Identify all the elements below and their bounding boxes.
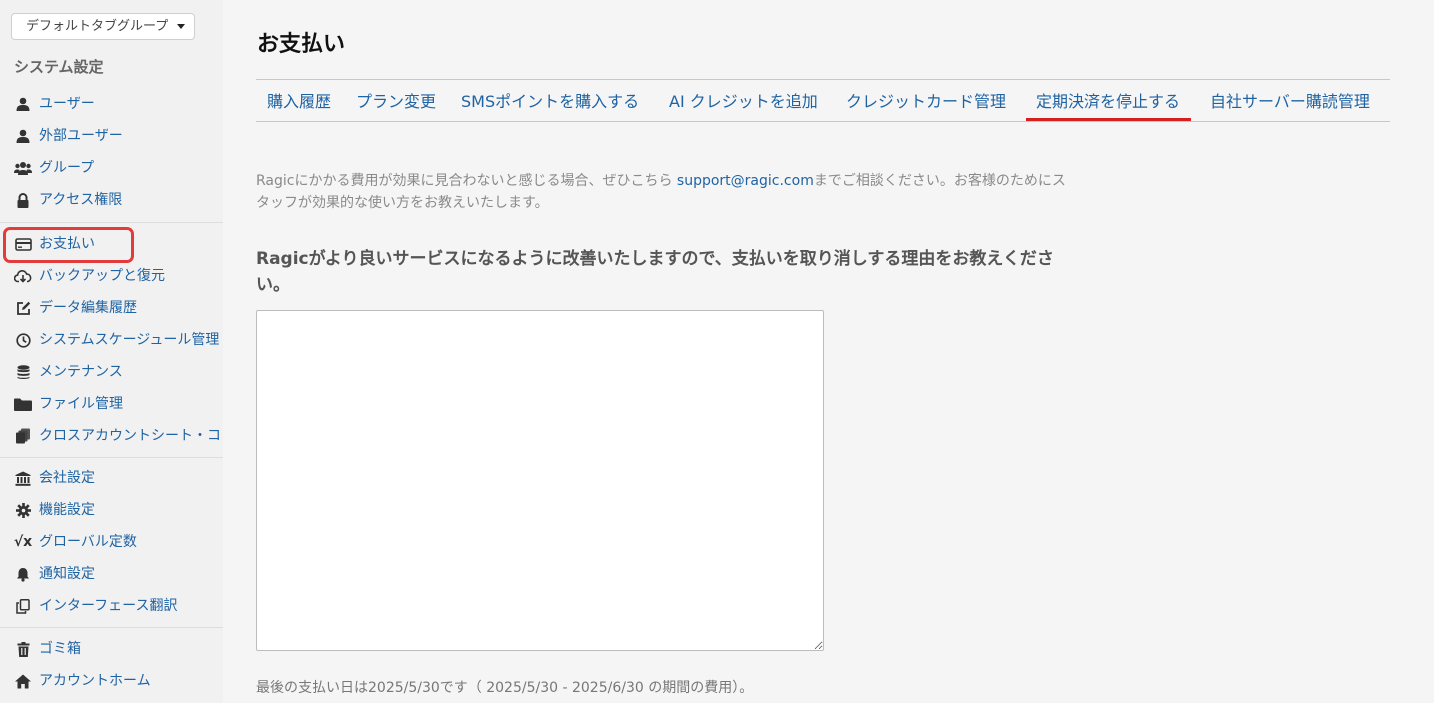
tab-credit-card-management[interactable]: クレジットカード管理 [846,80,1006,121]
sidebar-item-feature-settings[interactable]: 機能設定 [14,499,95,521]
bank-icon [14,470,32,486]
payment-tabs: 購入履歴 プラン変更 SMSポイントを購入する AI クレジットを追加 クレジッ… [256,79,1390,122]
sidebar-item-users[interactable]: ユーザー [14,93,95,115]
sidebar-item-cross-account-sheet[interactable]: クロスアカウントシート・コ [14,425,221,447]
tab-buy-sms-points[interactable]: SMSポイントを購入する [461,80,639,121]
bell-icon [14,566,32,582]
users-icon [14,160,32,176]
sidebar-item-label: データ編集履歴 [39,300,137,316]
copy-icon [14,598,32,614]
sidebar-item-label: グローバル定数 [39,534,137,550]
sidebar-item-access-rights[interactable]: アクセス権限 [14,189,122,211]
last-payment-note: 最後の支払い日は2025/5/30です（ 2025/5/30 - 2025/6/… [256,680,754,696]
stack-icon [14,428,32,444]
sqrt-icon: √x [13,534,33,550]
sidebar-item-global-constants[interactable]: √x グローバル定数 [14,531,137,553]
cancel-reason-title: Ragicがより良いサービスになるように改善いたしますので、支払いを取り消しする… [256,249,1054,295]
tab-group-label: デフォルトタブグループ [26,19,169,34]
edit-icon [14,300,32,316]
sidebar-item-payment[interactable]: お支払い [14,233,95,255]
clock-icon [14,332,32,348]
sidebar-divider [0,627,223,628]
sidebar-divider [0,457,223,458]
sidebar-item-label: ゴミ箱 [39,641,81,657]
sidebar-item-file-management[interactable]: ファイル管理 [14,393,123,415]
sidebar-item-label: グループ [39,160,95,176]
tab-add-ai-credits[interactable]: AI クレジットを追加 [669,80,818,121]
user-icon [14,128,32,144]
caret-down-icon [177,24,185,29]
intro-text: Ragicにかかる費用が効果に見合わないと感じる場合、ぜひこちら support… [256,170,1076,214]
home-icon [14,673,32,689]
sidebar-item-company-settings[interactable]: 会社設定 [14,467,95,489]
tab-stop-recurring-payment[interactable]: 定期決済を停止する [1025,80,1192,121]
sidebar-item-label: アクセス権限 [39,192,123,208]
support-email-link[interactable]: support@ragic.com [677,173,814,189]
credit-card-icon [14,236,32,252]
sidebar-item-label: ファイル管理 [39,396,123,412]
sidebar-item-label: 機能設定 [39,502,95,518]
sidebar-item-label: メンテナンス [39,364,123,380]
sidebar-item-label: インターフェース翻訳 [39,598,178,614]
sidebar-item-label: ユーザー [39,96,95,112]
sidebar-item-interface-translation[interactable]: インターフェース翻訳 [14,595,177,617]
cloud-download-icon [14,268,32,284]
intro-text-before: Ragicにかかる費用が効果に見合わないと感じる場合、ぜひこちら [256,173,677,189]
trash-icon [14,641,32,657]
sidebar-item-label: システムスケージュール管理 [39,332,220,348]
database-icon [14,364,32,380]
tab-purchase-history[interactable]: 購入履歴 [267,80,331,121]
sidebar-item-account-home[interactable]: アカウントホーム [14,670,151,692]
sidebar-item-label: 会社設定 [39,470,95,486]
gear-icon [14,502,32,518]
sidebar-item-label: バックアップと復元 [39,268,165,284]
sidebar-item-maintenance[interactable]: メンテナンス [14,361,123,383]
sidebar-item-label: 通知設定 [39,566,95,582]
tab-plan-change[interactable]: プラン変更 [356,80,436,121]
cancel-reason-textarea[interactable] [256,310,824,651]
sidebar-item-trash[interactable]: ゴミ箱 [14,638,81,660]
sidebar-item-label: お支払い [39,236,95,252]
system-settings-title: システム設定 [14,58,104,76]
sidebar: デフォルトタブグループ システム設定 ユーザー 外部ユーザー グループ アクセス… [0,0,223,703]
lock-icon [14,192,32,208]
main-content: お支払い 購入履歴 プラン変更 SMSポイントを購入する AI クレジットを追加… [223,0,1434,703]
sidebar-item-groups[interactable]: グループ [14,157,94,179]
sidebar-item-system-schedule[interactable]: システムスケージュール管理 [14,329,219,351]
folder-icon [14,396,32,412]
sidebar-item-label: 外部ユーザー [39,128,123,144]
sidebar-divider [0,222,223,223]
sidebar-item-data-edit-history[interactable]: データ編集履歴 [14,297,137,319]
sidebar-item-label: アカウントホーム [39,673,151,689]
tab-group-dropdown[interactable]: デフォルトタブグループ [11,13,195,40]
tab-on-premise-subscription[interactable]: 自社サーバー購読管理 [1210,80,1370,121]
sidebar-item-label: クロスアカウントシート・コ [39,428,221,444]
sidebar-item-backup-restore[interactable]: バックアップと復元 [14,265,165,287]
user-icon [14,96,32,112]
sidebar-item-external-users[interactable]: 外部ユーザー [14,125,123,147]
page-title: お支払い [257,32,346,57]
sidebar-item-notification-settings[interactable]: 通知設定 [14,563,95,585]
